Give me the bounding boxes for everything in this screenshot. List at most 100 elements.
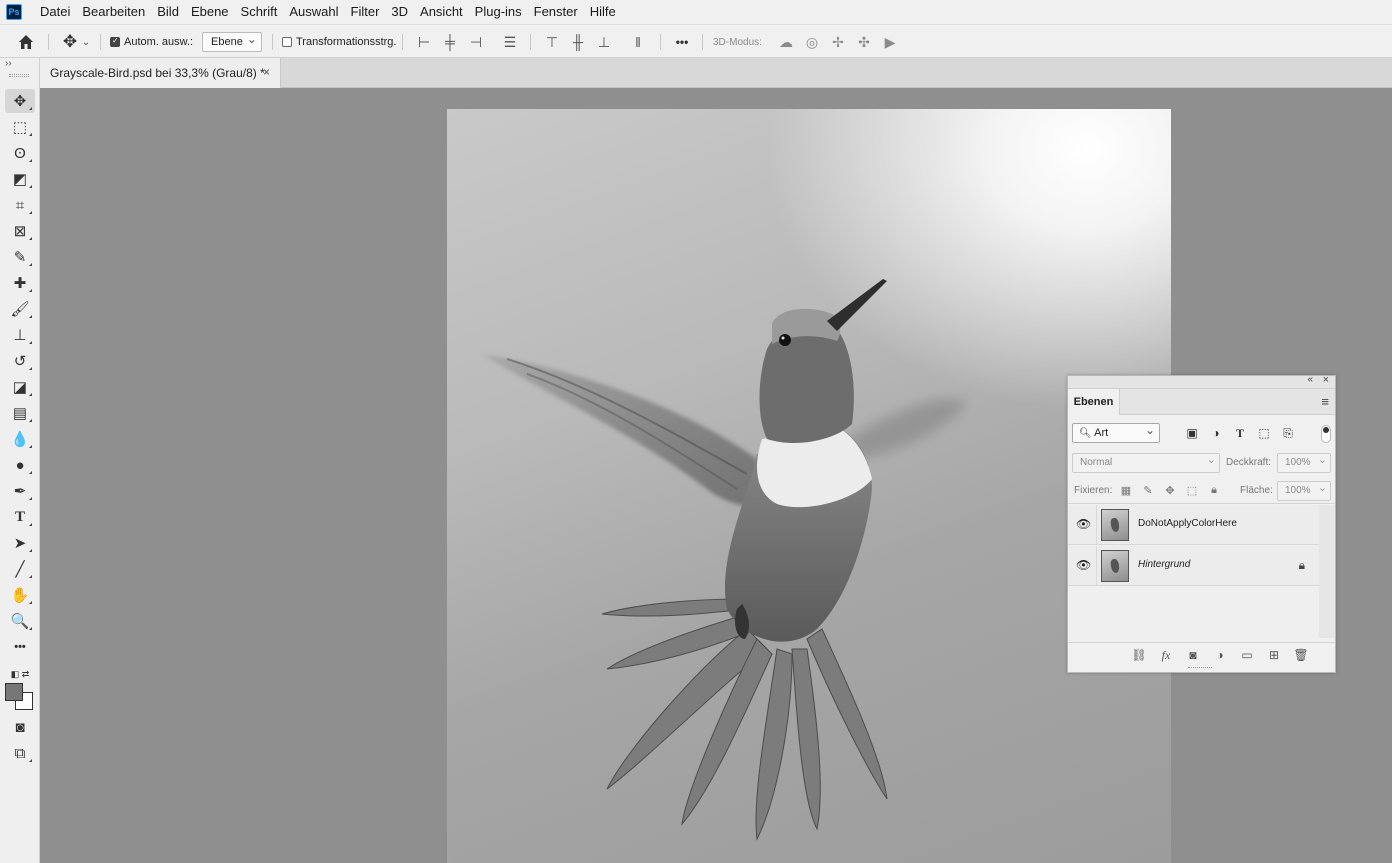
drag-3d-icon[interactable]: ✢ [828, 34, 848, 51]
slide-3d-icon[interactable]: ✣ [854, 34, 874, 51]
home-button[interactable] [16, 25, 36, 59]
lock-all-icon[interactable]: 🔒︎ [1207, 484, 1221, 497]
lock-position-icon[interactable]: ✥ [1163, 484, 1177, 497]
filter-toggle-switch[interactable] [1321, 425, 1331, 443]
eraser-tool[interactable]: ◪ [5, 375, 35, 399]
collapse-toolbar-icon[interactable]: ›› [5, 58, 12, 69]
move-tool-preset[interactable]: ✥ ⌄ [60, 25, 92, 59]
foreground-color-swatch[interactable] [5, 683, 23, 701]
clone-stamp-tool[interactable]: ⊥ [5, 323, 35, 347]
dodge-tool[interactable]: ● [5, 453, 35, 477]
camera-3d-icon[interactable]: ▶ [880, 34, 900, 51]
menu-ebene[interactable]: Ebene [185, 0, 235, 24]
align-left-icon[interactable]: ⊢ [414, 34, 434, 51]
crop-tool[interactable]: ⌗ [5, 193, 35, 217]
layer-thumbnail[interactable] [1101, 509, 1129, 541]
pixel-layer-filter-icon[interactable]: ▣ [1184, 425, 1200, 441]
auto-select-target-dropdown[interactable]: Ebene [202, 30, 262, 52]
layer-name[interactable]: Hintergrund [1138, 559, 1190, 570]
align-right-icon[interactable]: ⊣ [466, 34, 486, 51]
layer-style-fx-icon[interactable]: fx [1158, 648, 1174, 663]
menu-hilfe[interactable]: Hilfe [584, 0, 622, 24]
auto-select-checkbox[interactable]: Autom. ausw.: [110, 25, 193, 59]
eyedropper-tool[interactable]: ✎ [5, 245, 35, 269]
menu-filter[interactable]: Filter [345, 0, 386, 24]
lock-icon[interactable]: 🔒︎ [1299, 558, 1305, 573]
panel-header[interactable]: « × [1068, 374, 1335, 389]
panel-menu-icon[interactable]: ≡ [1321, 394, 1329, 409]
path-selection-tool[interactable]: ➤ [5, 531, 35, 555]
layer-list-scrollbar[interactable] [1319, 505, 1335, 638]
distribute-horizontal-icon[interactable]: ‖ [628, 34, 648, 50]
lock-image-pixels-icon[interactable]: ✎ [1141, 484, 1155, 497]
layer-thumbnail[interactable] [1101, 550, 1129, 582]
align-top-icon[interactable]: ⊤ [542, 34, 562, 51]
shape-layer-filter-icon[interactable]: ⬚ [1256, 425, 1272, 441]
align-bottom-icon[interactable]: ⊥ [594, 34, 614, 51]
new-group-folder-icon[interactable]: ▭ [1239, 648, 1255, 662]
align-vertical-center-icon[interactable]: ╫ [568, 34, 588, 50]
type-layer-filter-icon[interactable]: T [1232, 425, 1248, 441]
hand-tool[interactable]: ✋ [5, 583, 35, 607]
menu-3d[interactable]: 3D [385, 0, 414, 24]
quick-mask-icon[interactable]: ◙ [5, 715, 35, 739]
line-tool[interactable]: ╱ [5, 557, 35, 581]
layer-list: 👁︎ DoNotApplyColorHere 👁︎ Hintergrund 🔒︎ [1068, 505, 1319, 638]
screen-mode-icon[interactable]: ⧉ [5, 741, 35, 765]
menu-ansicht[interactable]: Ansicht [414, 0, 469, 24]
menu-datei[interactable]: Datei [34, 0, 76, 24]
tab-layers[interactable]: Ebenen [1068, 389, 1120, 415]
toolbar-grip[interactable] [9, 74, 29, 77]
brush-tool[interactable]: 🖌 [5, 297, 35, 321]
spot-healing-brush-tool[interactable]: ✚ [5, 271, 35, 295]
layer-row[interactable]: 👁︎ DoNotApplyColorHere [1068, 505, 1319, 545]
panel-resize-grip[interactable] [1188, 667, 1212, 670]
zoom-tool[interactable]: 🔍 [5, 609, 35, 633]
menu-bearbeiten[interactable]: Bearbeiten [76, 0, 151, 24]
menu-schrift[interactable]: Schrift [235, 0, 284, 24]
document-canvas[interactable] [447, 109, 1171, 863]
collapse-panel-icon[interactable]: « [1307, 374, 1313, 385]
menu-fenster[interactable]: Fenster [528, 0, 584, 24]
document-tab[interactable]: Grayscale-Bird.psd bei 33,3% (Grau/8) * … [40, 58, 281, 88]
lock-transparent-pixels-icon[interactable]: ▦ [1119, 484, 1133, 497]
distribute-vertical-icon[interactable]: ☰ [500, 34, 520, 51]
more-options-icon[interactable]: ••• [672, 35, 692, 49]
type-tool[interactable]: T [5, 505, 35, 529]
link-layers-icon[interactable]: ⛓ [1131, 648, 1147, 662]
adjustment-layer-icon[interactable]: ◑ [1212, 648, 1228, 662]
layer-row[interactable]: 👁︎ Hintergrund 🔒︎ [1068, 546, 1319, 586]
delete-layer-trash-icon[interactable]: 🗑︎ [1293, 648, 1309, 662]
edit-toolbar[interactable]: ••• [5, 635, 35, 659]
history-brush-tool[interactable]: ↺ [5, 349, 35, 373]
roll-3d-icon[interactable]: ◎ [802, 34, 822, 51]
object-selection-tool[interactable]: ◩ [5, 167, 35, 191]
smart-object-filter-icon[interactable]: ⎘ [1280, 425, 1296, 441]
adjustment-layer-filter-icon[interactable]: ◑ [1208, 425, 1224, 441]
new-layer-icon[interactable]: ⊞ [1266, 648, 1282, 662]
opacity-field[interactable]: 100% [1277, 451, 1331, 473]
menu-plugins[interactable]: Plug-ins [469, 0, 528, 24]
transform-controls-checkbox[interactable]: Transformationsstrg. [282, 25, 396, 59]
lasso-tool[interactable]: ʘ [5, 141, 35, 165]
close-icon[interactable]: × [1323, 374, 1329, 386]
filter-kind-dropdown[interactable]: 🔍︎ Art [1072, 421, 1160, 443]
close-icon[interactable]: × [263, 65, 270, 79]
menu-bild[interactable]: Bild [151, 0, 185, 24]
visibility-eye-icon[interactable]: 👁︎ [1076, 558, 1091, 572]
rectangular-marquee-tool[interactable]: ⬚ [5, 115, 35, 139]
blend-mode-dropdown[interactable]: Normal [1072, 451, 1220, 473]
align-horizontal-center-icon[interactable]: ╪ [440, 34, 460, 50]
blur-tool[interactable]: 💧 [5, 427, 35, 451]
gradient-tool[interactable]: ▤ [5, 401, 35, 425]
layer-name[interactable]: DoNotApplyColorHere [1138, 518, 1237, 529]
add-mask-icon[interactable]: ◙ [1185, 648, 1201, 662]
frame-tool[interactable]: ⊠ [5, 219, 35, 243]
visibility-eye-icon[interactable]: 👁︎ [1076, 517, 1091, 531]
fill-field[interactable]: 100% [1277, 479, 1331, 501]
pen-tool[interactable]: ✒ [5, 479, 35, 503]
move-tool[interactable]: ✥ [5, 89, 35, 113]
orbit-3d-icon[interactable]: ☁ [776, 34, 796, 51]
menu-auswahl[interactable]: Auswahl [283, 0, 344, 24]
prevent-autonest-icon[interactable]: ⬚ [1185, 484, 1199, 497]
